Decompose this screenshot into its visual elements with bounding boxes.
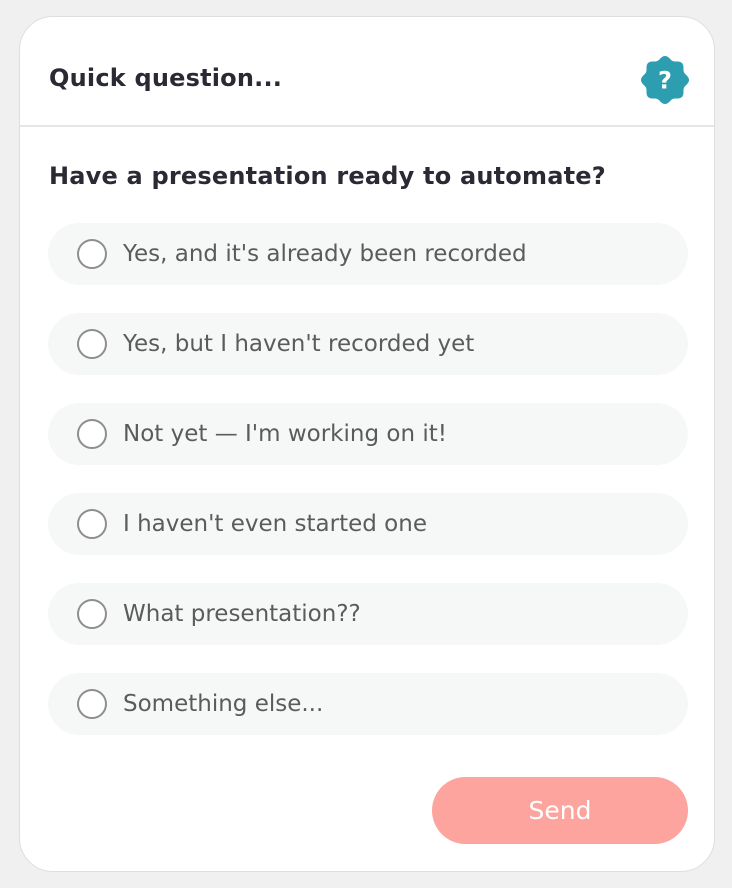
radio-button[interactable] (77, 239, 107, 269)
question-mark-glyph: ? (658, 67, 672, 95)
option-label: Yes, and it's already been recorded (123, 241, 527, 267)
option-not-started[interactable]: I haven't even started one (48, 493, 688, 555)
radio-button[interactable] (77, 689, 107, 719)
option-working-on-it[interactable]: Not yet — I'm working on it! (48, 403, 688, 465)
question-text: Have a presentation ready to automate? (49, 162, 606, 190)
option-something-else[interactable]: Something else... (48, 673, 688, 735)
header-title: Quick question... (49, 64, 283, 92)
option-label: Not yet — I'm working on it! (123, 421, 447, 447)
option-label: Yes, but I haven't recorded yet (123, 331, 475, 357)
radio-button[interactable] (77, 419, 107, 449)
option-not-recorded-yet[interactable]: Yes, but I haven't recorded yet (48, 313, 688, 375)
option-already-recorded[interactable]: Yes, and it's already been recorded (48, 223, 688, 285)
radio-button[interactable] (77, 599, 107, 629)
options-list: Yes, and it's already been recorded Yes,… (48, 223, 688, 735)
radio-button[interactable] (77, 329, 107, 359)
send-button[interactable]: Send (432, 777, 688, 844)
radio-button[interactable] (77, 509, 107, 539)
option-what-presentation[interactable]: What presentation?? (48, 583, 688, 645)
question-badge-icon-shape: ? (641, 56, 689, 104)
option-label: I haven't even started one (123, 511, 427, 537)
question-badge-icon[interactable]: ? (640, 55, 690, 105)
card-header: Quick question... ? (20, 17, 714, 127)
option-label: What presentation?? (123, 601, 361, 627)
option-label: Something else... (123, 691, 324, 717)
survey-card: Quick question... ? Have a presentation … (19, 16, 715, 872)
